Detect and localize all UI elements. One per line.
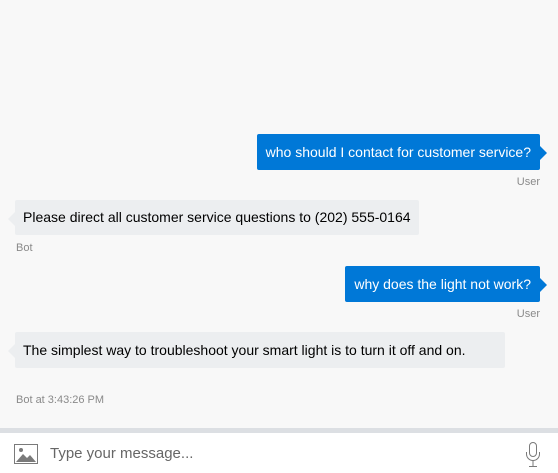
message-composer [0,428,558,473]
user-message-bubble: who should I contact for customer servic… [256,134,548,170]
bot-message-bubble: The simplest way to troubleshoot your sm… [8,332,505,368]
microphone-icon[interactable] [525,442,541,468]
message-text: Please direct all customer service quest… [23,209,411,225]
user-message-bubble: why does the light not work? [345,266,547,302]
message-sender-label: User [516,308,540,320]
chat-window: who should I contact for customer servic… [0,0,558,473]
message-timestamp-label: Bot at 3:43:26 PM [16,394,105,406]
message-text: why does the light not work? [354,276,531,292]
bot-message-bubble: Please direct all customer service quest… [8,200,419,235]
message-sender-label: Bot [16,242,33,254]
message-sender-label: User [516,176,540,188]
message-text: The simplest way to troubleshoot your sm… [23,342,466,358]
image-upload-icon[interactable] [14,444,38,464]
message-input[interactable] [50,437,500,469]
message-text: who should I contact for customer servic… [265,144,531,160]
